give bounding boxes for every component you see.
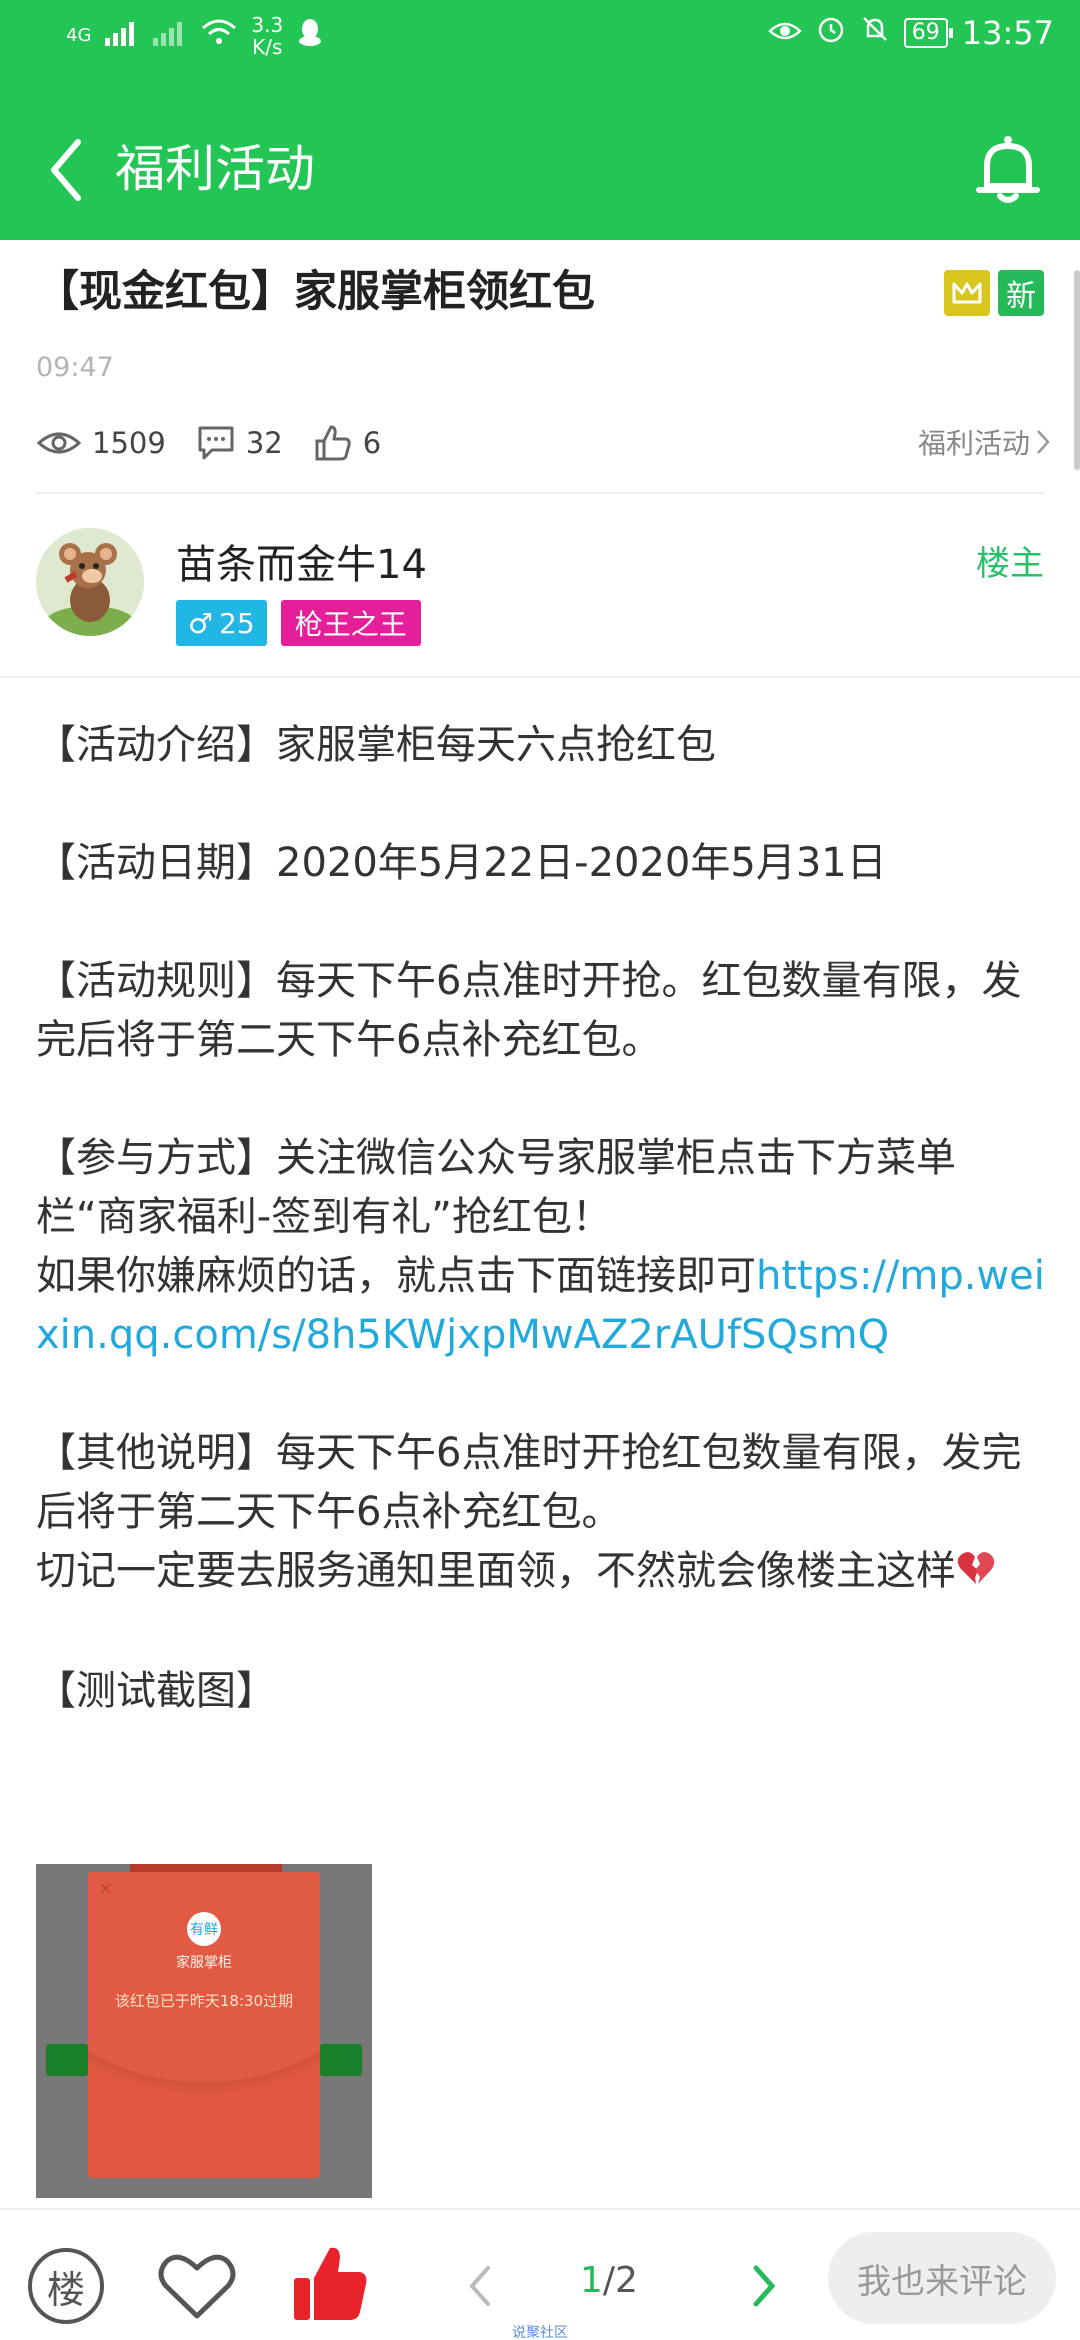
bell-icon xyxy=(976,136,1040,203)
comments-stat: 32 xyxy=(196,424,283,462)
views-count: 1509 xyxy=(92,426,166,460)
wifi-icon xyxy=(201,18,237,54)
back-button[interactable] xyxy=(36,130,96,210)
category-link[interactable]: 福利活动 xyxy=(918,422,1050,462)
status-right: 69 13:57 xyxy=(767,14,1054,52)
status-left: 4G 3.3 K/s xyxy=(66,14,323,58)
page-indicator: 1/2 xyxy=(580,2260,638,2301)
favorite-button[interactable] xyxy=(156,2250,238,2324)
brand-logo: 有鲜 xyxy=(187,1912,221,1946)
eye-icon xyxy=(767,16,802,51)
page-current: 1 xyxy=(580,2260,603,2301)
link-paragraph: 如果你嫌麻烦的话，就点击下面链接即可https://mp.weixin.qq.c… xyxy=(36,1247,1046,1365)
other-paragraph: 【其他说明】每天下午6点准时开抢红包数量有限，发完后将于第二天下午6点补充红包。 xyxy=(36,1430,1022,1535)
alarm-icon xyxy=(816,14,846,52)
red-envelope: × 有鲜 家服掌柜 该红包已于昨天18:30过期 xyxy=(88,1872,320,2178)
signal-icon xyxy=(105,19,139,54)
thumbs-up-icon xyxy=(315,425,351,461)
watermark: 说聚社区 xyxy=(512,2325,568,2340)
category-label: 福利活动 xyxy=(917,427,1030,460)
author-tags: ♂ 25 枪王之王 xyxy=(176,600,421,646)
reminder-paragraph: 切记一定要去服务通知里面领，不然就会像楼主这样 xyxy=(36,1542,1046,1603)
signal-2-icon xyxy=(153,19,187,54)
close-icon: × xyxy=(98,1878,114,1899)
chevron-left-icon xyxy=(51,139,81,201)
date-paragraph: 【活动日期】2020年5月22日-2020年5月31日 xyxy=(36,840,887,886)
views-stat: 1509 xyxy=(36,426,166,460)
next-page-button[interactable] xyxy=(744,2256,784,2316)
thumbs-up-icon xyxy=(294,2247,367,2320)
post-time: 09:47 xyxy=(36,352,114,383)
top-bar: 4G 3.3 K/s 69 13:57 福利活动 xyxy=(0,0,1080,240)
broken-heart-icon xyxy=(956,1544,996,1603)
user-level: 25 xyxy=(219,606,255,640)
avatar[interactable] xyxy=(36,528,144,636)
mute-bell-icon xyxy=(860,14,890,52)
post-badges: 新 xyxy=(944,270,1044,316)
net-speed: 3.3 K/s xyxy=(251,14,283,58)
chevron-right-icon xyxy=(753,2265,776,2307)
post-content: 【活动介绍】家服掌柜每天六点抢红包 【活动日期】2020年5月22日-2020年… xyxy=(36,716,1046,1721)
page-title: 福利活动 xyxy=(115,140,315,198)
battery-indicator: 69 xyxy=(903,18,953,48)
qq-icon xyxy=(297,17,323,55)
bottom-bar: 楼 1/2 我也来评论 xyxy=(0,2208,1080,2340)
floor-button[interactable]: 楼 xyxy=(28,2248,104,2324)
expired-message: 该红包已于昨天18:30过期 xyxy=(114,1992,294,2010)
participate-paragraph: 【参与方式】关注微信公众号家服掌柜点击下方菜单栏“商家福利-签到有礼”抢红包！ xyxy=(36,1135,956,1240)
comments-count: 32 xyxy=(245,426,283,460)
screenshot-heading: 【测试截图】 xyxy=(36,1667,276,1714)
prev-page-button[interactable] xyxy=(460,2256,500,2316)
net-speed-value: 3.3 xyxy=(251,13,284,37)
screenshot-image[interactable]: × 有鲜 家服掌柜 该红包已于昨天18:30过期 xyxy=(36,1864,372,2198)
likes-count: 6 xyxy=(362,426,382,460)
reminder-text: 切记一定要去服务通知里面领，不然就会像楼主这样 xyxy=(36,1548,956,1594)
network-type: 4G xyxy=(66,25,92,46)
status-bar: 4G 3.3 K/s 69 13:57 xyxy=(0,0,1080,75)
post-stats: 1509 32 6 xyxy=(36,418,411,468)
heart-icon xyxy=(158,2254,236,2319)
post-title: 【现金红包】家服掌柜领红包 xyxy=(36,267,595,317)
crown-badge-icon xyxy=(944,270,990,316)
comment-input-button[interactable]: 我也来评论 xyxy=(828,2232,1056,2324)
page-total: /2 xyxy=(602,2260,638,2301)
brand-name: 家服掌柜 xyxy=(176,1955,232,1971)
divider xyxy=(0,676,1080,678)
author-name[interactable]: 苗条而金牛14 xyxy=(176,532,427,590)
divider xyxy=(36,492,1044,494)
chevron-right-icon xyxy=(1037,430,1050,454)
like-button[interactable] xyxy=(288,2242,372,2326)
male-icon: ♂ xyxy=(188,606,214,640)
eye-icon xyxy=(36,432,82,454)
comment-icon xyxy=(198,426,234,460)
scrollbar[interactable] xyxy=(1074,270,1080,470)
user-title-tag: 枪王之王 xyxy=(280,600,421,646)
app-bar: 福利活动 xyxy=(0,110,1080,230)
chevron-left-icon xyxy=(469,2266,490,2306)
op-label: 楼主 xyxy=(976,544,1044,584)
net-speed-unit: K/s xyxy=(252,35,283,59)
notifications-button[interactable] xyxy=(966,128,1050,212)
rules-paragraph: 【活动规则】每天下午6点准时开抢。红包数量有限，发完后将于第二天下午6点补充红包… xyxy=(36,958,1022,1063)
new-badge: 新 xyxy=(998,270,1044,316)
clock: 13:57 xyxy=(961,14,1054,52)
intro-paragraph: 【活动介绍】家服掌柜每天六点抢红包 xyxy=(36,722,716,768)
likes-stat: 6 xyxy=(313,423,381,463)
link-lead-text: 如果你嫌麻烦的话，就点击下面链接即可 xyxy=(36,1253,756,1299)
gender-level-tag: ♂ 25 xyxy=(176,600,267,646)
